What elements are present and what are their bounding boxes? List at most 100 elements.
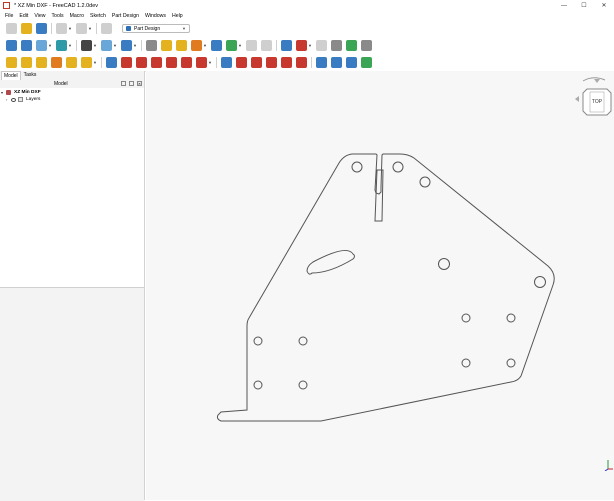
validate-sketch-icon[interactable] (316, 40, 327, 51)
toolbar-view: ▼ ▼ ▼ ▼ ▼ ▼ ▼ ▼ (0, 37, 614, 55)
placement-dropdown-icon[interactable]: ▼ (203, 40, 207, 51)
shape-binder-icon[interactable] (346, 40, 357, 51)
std-views-dropdown-icon[interactable]: ▼ (68, 40, 72, 51)
link-icon[interactable] (176, 40, 187, 51)
boolean-icon[interactable] (221, 57, 232, 68)
multi-transform-icon[interactable] (346, 57, 357, 68)
window-title: * XZ Min DXF - FreeCAD 1.2.0dev (14, 2, 99, 9)
minimize-button[interactable]: — (554, 0, 574, 11)
clone-icon[interactable] (361, 40, 372, 51)
rotate-left-arrow-icon (575, 96, 579, 102)
sync-view-icon[interactable] (121, 81, 126, 86)
open-file-icon[interactable] (21, 23, 32, 34)
sketch-dropdown-icon[interactable]: ▼ (308, 40, 312, 51)
fit-selection-icon[interactable] (21, 40, 32, 51)
model-header-label: Model (54, 81, 68, 87)
menu-part-design[interactable]: Part Design (112, 13, 139, 19)
code-icon[interactable] (246, 40, 257, 51)
redo-dropdown-icon[interactable]: ▼ (88, 23, 92, 34)
measure-dropdown-icon[interactable]: ▼ (133, 40, 137, 51)
subtractive-pipe-icon[interactable] (166, 57, 177, 68)
thickness-icon[interactable] (281, 57, 292, 68)
save-file-icon[interactable] (36, 23, 47, 34)
scaled-icon[interactable] (361, 57, 372, 68)
subtractive-loft-icon[interactable] (151, 57, 162, 68)
box-dropdown-icon[interactable]: ▼ (113, 40, 117, 51)
undo-icon[interactable] (56, 23, 67, 34)
menu-help[interactable]: Help (172, 13, 183, 19)
chamfer-icon[interactable] (251, 57, 262, 68)
groove-icon[interactable] (136, 57, 147, 68)
draft-icon[interactable] (266, 57, 277, 68)
fit-all-icon[interactable] (6, 40, 17, 51)
tab-tasks[interactable]: Tasks (22, 71, 39, 80)
body-icon[interactable] (281, 40, 292, 51)
panel-buttons: ✕ (118, 81, 142, 86)
maximize-button[interactable]: ☐ (574, 0, 594, 11)
close-panel-icon[interactable]: ✕ (137, 81, 142, 86)
pipe-icon[interactable] (51, 57, 62, 68)
isometric-view-icon[interactable] (36, 40, 47, 51)
datum-icon[interactable] (331, 40, 342, 51)
pocket-icon[interactable] (106, 57, 117, 68)
new-sketch-icon[interactable] (296, 40, 307, 51)
menu-edit[interactable]: Edit (19, 13, 28, 19)
menu-file[interactable]: File (5, 13, 13, 19)
tree-item-document[interactable]: ▾ XZ Min DXF (1, 89, 41, 96)
helix-icon[interactable] (66, 57, 77, 68)
mirrored-icon[interactable] (296, 57, 307, 68)
view-dropdown-icon[interactable]: ▼ (48, 40, 52, 51)
part-icon[interactable] (146, 40, 157, 51)
polar-pattern-icon[interactable] (331, 57, 342, 68)
macro-icon[interactable] (226, 40, 237, 51)
visibility-eye-icon[interactable] (11, 97, 16, 102)
combo-view-panel: Model Tasks Model ✕ ▾ XZ Min DXF › Layer… (0, 71, 145, 501)
pad-icon[interactable] (6, 57, 17, 68)
hole-icon[interactable] (121, 57, 132, 68)
additive-primitive-icon[interactable] (81, 57, 92, 68)
std-views-icon[interactable] (56, 40, 67, 51)
new-file-icon[interactable] (6, 23, 17, 34)
refresh-icon[interactable] (101, 23, 112, 34)
menu-view[interactable]: View (34, 13, 45, 19)
subtractive-dropdown-icon[interactable]: ▼ (208, 57, 212, 68)
menu-sketch[interactable]: Sketch (90, 13, 106, 19)
menu-macro[interactable]: Macro (70, 13, 84, 19)
toolbar-part-design: ▼ ▼ (0, 54, 614, 72)
redo-icon[interactable] (76, 23, 87, 34)
subtractive-primitive-icon[interactable] (196, 57, 207, 68)
toolbar-separator (311, 57, 312, 68)
toolbar-separator (76, 40, 77, 51)
placement-icon[interactable] (191, 40, 202, 51)
draw-style-icon[interactable] (81, 40, 92, 51)
linear-pattern-icon[interactable] (316, 57, 327, 68)
toolbar-separator (96, 23, 97, 34)
hole (506, 313, 516, 323)
revolution-icon[interactable] (21, 57, 32, 68)
draw-style-dropdown-icon[interactable]: ▼ (93, 40, 97, 51)
close-button[interactable]: ✕ (594, 0, 614, 11)
navigation-cube[interactable]: TOP (573, 75, 613, 123)
whats-this-icon[interactable] (261, 40, 272, 51)
title-bar: * XZ Min DXF - FreeCAD 1.2.0dev — ☐ ✕ (0, 0, 614, 11)
3d-view[interactable]: TOP (146, 71, 614, 500)
folder-icon[interactable] (211, 40, 222, 51)
loft-icon[interactable] (36, 57, 47, 68)
rotate-arrow-icon (582, 77, 606, 82)
measure-icon[interactable] (121, 40, 132, 51)
subtractive-helix-icon[interactable] (181, 57, 192, 68)
undo-dropdown-icon[interactable]: ▼ (68, 23, 72, 34)
hole (461, 313, 471, 323)
menu-windows[interactable]: Windows (145, 13, 166, 19)
group-icon[interactable] (161, 40, 172, 51)
bounding-box-icon[interactable] (101, 40, 112, 51)
fillet-icon[interactable] (236, 57, 247, 68)
toolbar-file: ▼ ▼ Part Design ▼ (0, 20, 614, 38)
macro-dropdown-icon[interactable]: ▼ (238, 40, 242, 51)
tab-model[interactable]: Model (1, 71, 21, 80)
menu-tools[interactable]: Tools (51, 13, 63, 19)
tree-item-layers[interactable]: › Layers (6, 96, 40, 103)
float-panel-icon[interactable] (129, 81, 134, 86)
additive-dropdown-icon[interactable]: ▼ (93, 57, 97, 68)
workbench-selector[interactable]: Part Design ▼ (122, 24, 190, 33)
